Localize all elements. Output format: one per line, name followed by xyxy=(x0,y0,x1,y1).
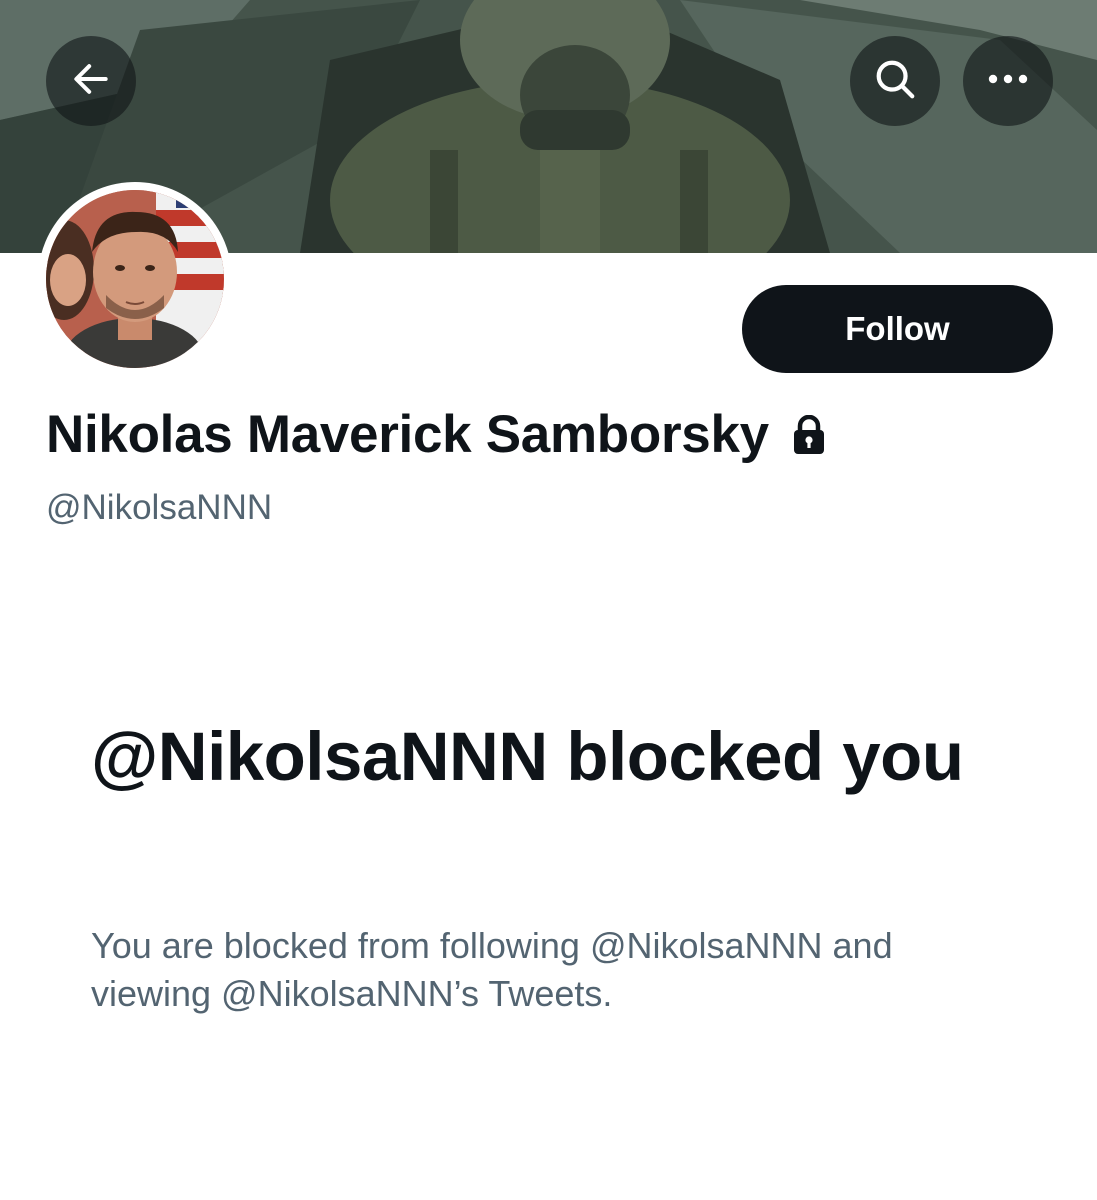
blocked-title: @NikolsaNNN blocked you xyxy=(91,718,964,795)
more-horizontal-icon xyxy=(986,72,1030,90)
profile-handle: @NikolsaNNN xyxy=(46,488,273,527)
display-name: Nikolas Maverick Samborsky xyxy=(46,405,769,464)
search-icon xyxy=(872,56,918,107)
more-options-button[interactable] xyxy=(963,36,1053,126)
avatar[interactable] xyxy=(38,182,232,376)
blocked-description: You are blocked from following @NikolsaN… xyxy=(91,925,893,1014)
avatar-image xyxy=(46,190,224,368)
search-button[interactable] xyxy=(850,36,940,126)
profile-name-row: Nikolas Maverick Samborsky xyxy=(46,404,827,465)
back-button[interactable] xyxy=(46,36,136,126)
arrow-left-icon xyxy=(69,57,113,106)
follow-button[interactable]: Follow xyxy=(742,285,1053,373)
lock-icon xyxy=(791,414,827,455)
